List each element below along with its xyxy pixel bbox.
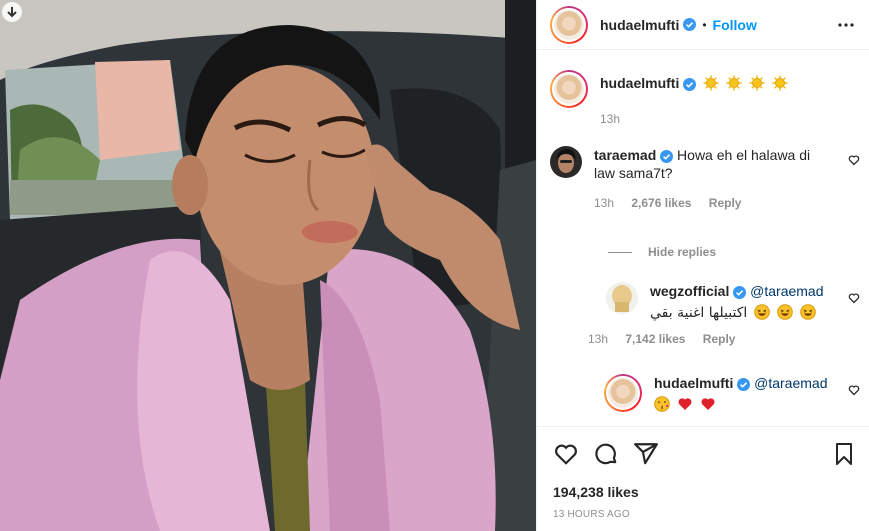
caption-avatar[interactable] <box>550 70 588 108</box>
post-timestamp: 13 HOURS AGO <box>553 509 630 520</box>
author-avatar[interactable] <box>550 5 588 44</box>
more-options-icon[interactable] <box>836 15 856 35</box>
verified-badge-icon <box>683 18 697 31</box>
reply-likes[interactable]: 7,142 likes <box>625 332 685 346</box>
reply-mention[interactable]: @taraemad <box>754 375 827 391</box>
reply-avatar[interactable] <box>606 282 638 314</box>
caption-username[interactable]: hudaelmufti <box>600 75 679 91</box>
like-heart-icon[interactable] <box>553 441 579 467</box>
save-bookmark-icon[interactable] <box>832 441 856 467</box>
post-header: hudaelmufti • Follow <box>537 0 869 50</box>
download-button[interactable] <box>2 2 22 22</box>
reply-avatar[interactable] <box>604 374 642 412</box>
sun-emoji-icon <box>749 75 765 91</box>
caption-time[interactable]: 13h <box>600 110 788 128</box>
comment-item: taraemad Howa eh el halawa di law sama7t… <box>550 146 860 212</box>
comment-likes[interactable]: 2,676 likes <box>631 196 691 210</box>
laughing-emoji-icon <box>754 304 770 320</box>
verified-badge-icon <box>733 285 747 299</box>
commenter-username[interactable]: taraemad <box>594 147 656 163</box>
verified-badge-icon <box>660 149 674 163</box>
reply-username[interactable]: wegzofficial <box>650 283 729 299</box>
reply-text: اكتبيلها اغنية بقي <box>650 305 748 321</box>
comment-bubble-icon[interactable] <box>593 441 619 467</box>
reply-emojis <box>751 304 816 320</box>
reply-button[interactable]: Reply <box>709 196 742 210</box>
photo-illustration <box>0 0 536 531</box>
red-heart-emoji-icon <box>701 398 715 410</box>
laughing-emoji-icon <box>800 304 816 320</box>
sun-emoji-icon <box>726 75 742 91</box>
like-reply-heart-icon[interactable] <box>848 292 860 304</box>
post-actions: 194,238 likes 13 HOURS AGO <box>537 426 869 531</box>
hide-replies-label: Hide replies <box>648 245 717 259</box>
reply-button[interactable]: Reply <box>703 332 736 346</box>
wink-kiss-emoji-icon <box>654 396 670 412</box>
sun-emoji-icon <box>772 75 788 91</box>
reply-emojis <box>654 395 854 413</box>
post-caption: hudaelmufti 13h <box>550 70 860 128</box>
comment-time[interactable]: 13h <box>594 196 614 210</box>
like-comment-heart-icon[interactable] <box>848 154 860 166</box>
header-separator: • <box>702 17 707 32</box>
reply-time[interactable]: 13h <box>588 332 608 346</box>
verified-badge-icon <box>737 377 751 391</box>
commenter-avatar[interactable] <box>550 146 582 178</box>
post-photo[interactable] <box>0 0 536 531</box>
author-username[interactable]: hudaelmufti <box>600 17 679 33</box>
share-plane-icon[interactable] <box>633 441 659 467</box>
verified-badge-icon <box>683 77 697 91</box>
sun-emoji-icon <box>703 75 719 91</box>
arrow-down-icon <box>7 7 17 18</box>
post-side-panel: hudaelmufti • Follow hudaelmufti 13h tar… <box>536 0 869 531</box>
hide-replies-toggle[interactable]: Hide replies <box>608 245 716 259</box>
follow-button[interactable]: Follow <box>713 17 757 33</box>
reply-item: hudaelmufti @taraemad <box>604 374 860 413</box>
post-likes-count[interactable]: 194,238 likes <box>553 484 639 500</box>
reply-item: wegzofficial @taraemad اكتبيلها اغنية بق… <box>588 282 860 346</box>
reply-username[interactable]: hudaelmufti <box>654 375 733 391</box>
reply-mention[interactable]: @taraemad <box>750 283 823 299</box>
caption-emojis <box>700 75 788 91</box>
red-heart-emoji-icon <box>678 398 692 410</box>
laughing-emoji-icon <box>777 304 793 320</box>
like-reply-heart-icon[interactable] <box>848 384 860 396</box>
